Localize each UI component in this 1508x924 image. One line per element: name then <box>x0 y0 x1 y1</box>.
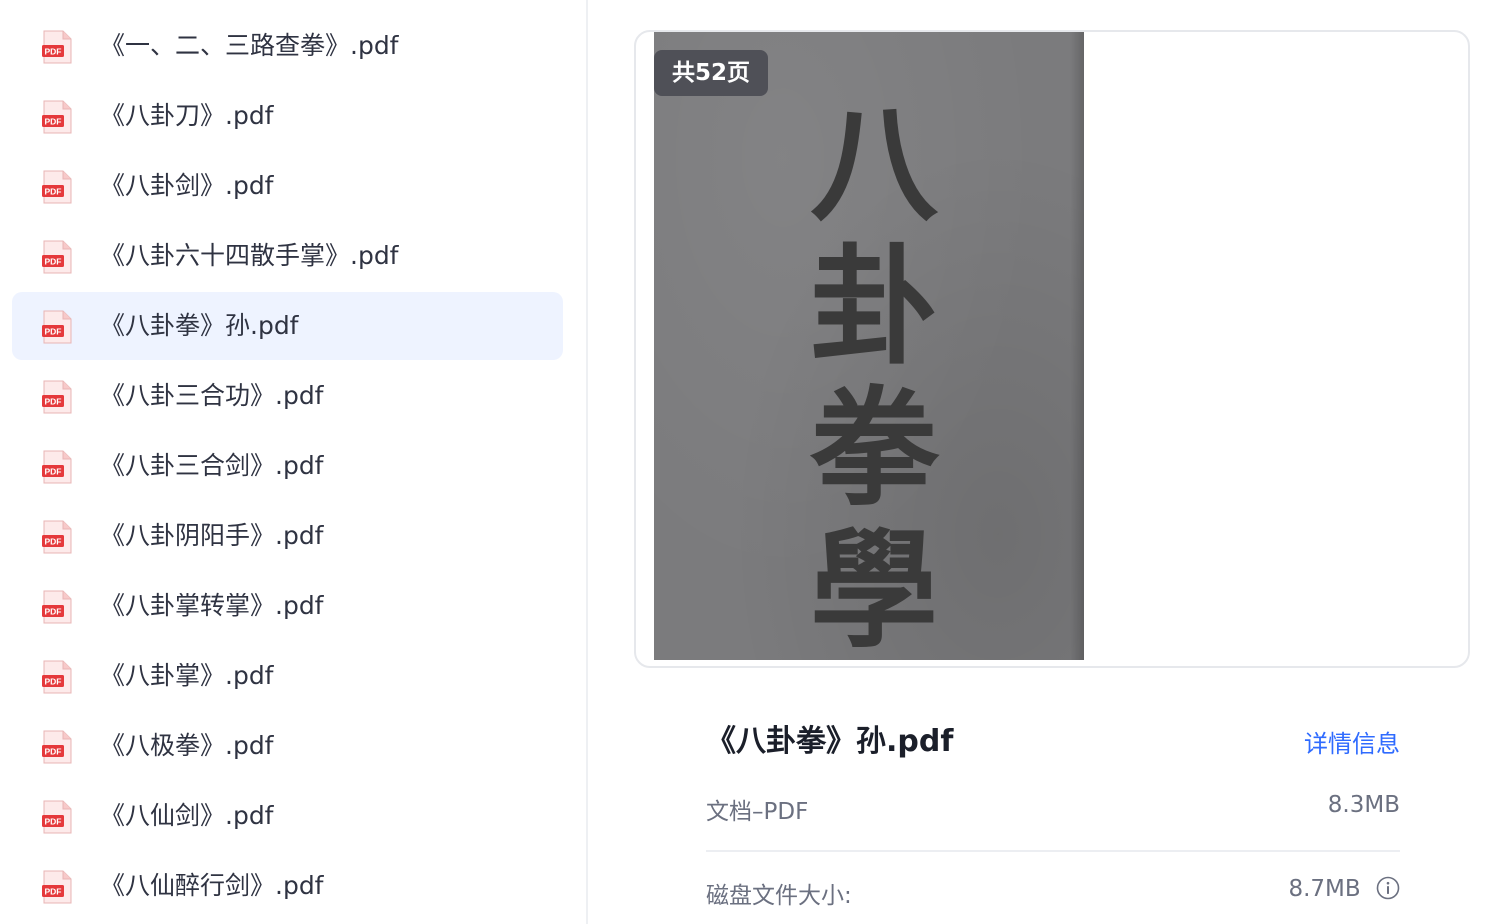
file-size-value: 8.3MB <box>1327 792 1400 818</box>
svg-text:PDF: PDF <box>45 327 62 337</box>
svg-text:PDF: PDF <box>45 537 62 547</box>
details-link[interactable]: 详情信息 <box>1304 724 1400 759</box>
file-type-row: 文档–PDF 8.3MB <box>706 792 1400 832</box>
file-item[interactable]: PDF 《一、二、三路查拳》.pdf <box>12 12 563 80</box>
pdf-icon: PDF <box>42 380 72 414</box>
svg-text:PDF: PDF <box>45 467 62 477</box>
pdf-icon: PDF <box>42 660 72 694</box>
info-icon[interactable] <box>1376 876 1400 900</box>
svg-text:PDF: PDF <box>45 607 62 617</box>
file-name: 《八卦刀》.pdf <box>100 101 274 130</box>
disk-size-value-wrap: 8.7MB <box>1288 876 1400 902</box>
svg-text:PDF: PDF <box>45 887 62 897</box>
file-name: 《八仙醉行剑》.pdf <box>100 871 324 900</box>
file-item[interactable]: PDF 《八仙醉行剑》.pdf <box>12 852 563 920</box>
app: PDF 《一、二、三路查拳》.pdf PDF 《八卦刀》.pdf PDF 《八卦… <box>0 0 1508 924</box>
file-name: 《八卦阴阳手》.pdf <box>100 521 324 550</box>
svg-text:PDF: PDF <box>45 817 62 827</box>
page-count-badge: 共52页 <box>654 50 769 96</box>
pdf-icon: PDF <box>42 450 72 484</box>
file-name: 《八仙剑》.pdf <box>100 801 274 830</box>
file-item[interactable]: PDF 《八卦阴阳手》.pdf <box>12 502 563 570</box>
disk-size-row: 磁盘文件大小: 8.7MB <box>706 876 1400 916</box>
file-name: 《八卦剑》.pdf <box>100 171 274 200</box>
pdf-icon: PDF <box>42 30 72 64</box>
detail-title: 《八卦拳》孙.pdf <box>706 724 954 759</box>
pdf-icon: PDF <box>42 240 72 274</box>
pdf-icon: PDF <box>42 100 72 134</box>
file-item[interactable]: PDF 《八卦六十四散手掌》.pdf <box>12 222 563 290</box>
disk-size-label: 磁盘文件大小: <box>706 883 852 909</box>
pdf-icon: PDF <box>42 170 72 204</box>
svg-text:PDF: PDF <box>45 117 62 127</box>
row-divider <box>706 850 1400 852</box>
file-name: 《八卦三合功》.pdf <box>100 381 324 410</box>
file-item[interactable]: PDF 《八极拳》.pdf <box>12 712 563 780</box>
svg-text:PDF: PDF <box>45 187 62 197</box>
svg-text:PDF: PDF <box>45 747 62 757</box>
cover-image: 八卦拳學 <box>654 32 1084 660</box>
panel-divider <box>586 0 588 924</box>
file-item[interactable]: PDF 《八卦三合剑》.pdf <box>12 432 563 500</box>
svg-text:PDF: PDF <box>45 677 62 687</box>
file-name: 《八卦掌》.pdf <box>100 661 274 690</box>
file-item[interactable]: PDF 《八卦三合功》.pdf <box>12 362 563 430</box>
file-list: PDF 《一、二、三路查拳》.pdf PDF 《八卦刀》.pdf PDF 《八卦… <box>0 0 586 924</box>
cover-edge <box>1070 32 1084 660</box>
file-name: 《八卦掌转掌》.pdf <box>100 591 324 620</box>
pdf-icon: PDF <box>42 730 72 764</box>
pdf-icon: PDF <box>42 310 72 344</box>
preview-card[interactable]: 八卦拳學 共52页 <box>634 30 1470 668</box>
file-item[interactable]: PDF 《八仙剑》.pdf <box>12 782 563 850</box>
file-name: 《八卦六十四散手掌》.pdf <box>100 241 399 270</box>
file-type-label: 文档–PDF <box>706 799 809 825</box>
file-item[interactable]: PDF 《八卦刀》.pdf <box>12 82 563 150</box>
svg-text:PDF: PDF <box>45 257 62 267</box>
file-name: 《八极拳》.pdf <box>100 731 274 760</box>
disk-size-value: 8.7MB <box>1288 876 1361 902</box>
file-item[interactable]: PDF 《八卦剑》.pdf <box>12 152 563 220</box>
pdf-icon: PDF <box>42 590 72 624</box>
file-name: 《八卦拳》孙.pdf <box>100 311 299 340</box>
pdf-icon: PDF <box>42 800 72 834</box>
file-name: 《八卦三合剑》.pdf <box>100 451 324 480</box>
file-item-selected[interactable]: PDF 《八卦拳》孙.pdf <box>12 292 563 360</box>
svg-text:PDF: PDF <box>45 397 62 407</box>
file-item[interactable]: PDF 《八卦掌》.pdf <box>12 642 563 710</box>
svg-text:PDF: PDF <box>45 47 62 57</box>
file-item[interactable]: PDF 《八卦掌转掌》.pdf <box>12 572 563 640</box>
file-name: 《一、二、三路查拳》.pdf <box>100 31 399 60</box>
cover-title: 八卦拳學 <box>809 90 938 660</box>
pdf-icon: PDF <box>42 520 72 554</box>
pdf-icon: PDF <box>42 870 72 904</box>
